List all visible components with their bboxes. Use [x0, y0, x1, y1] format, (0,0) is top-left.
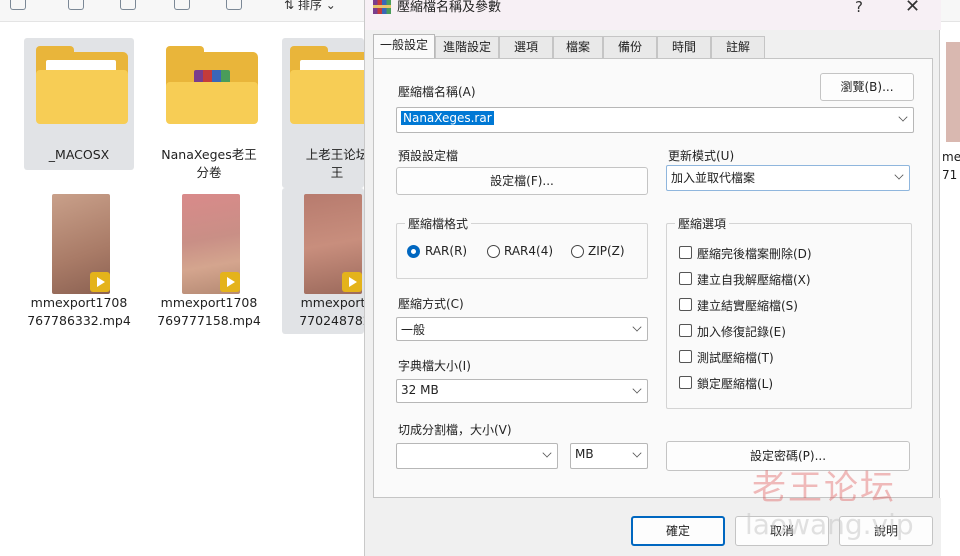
format-zip-label[interactable]: ZIP(Z) [588, 244, 625, 258]
tab-general[interactable]: 一般設定 [373, 34, 435, 58]
recovery-record-label[interactable]: 加入修復記錄(E) [697, 323, 786, 340]
item-label: NanaXeges老王 分卷 [161, 147, 257, 180]
lock-archive-checkbox[interactable] [679, 376, 692, 389]
play-badge-icon [90, 272, 110, 292]
sfx-label[interactable]: 建立自我解壓縮檔(X) [697, 271, 811, 288]
video-thumbnail [182, 194, 240, 294]
folder-item[interactable]: NanaXeges老王 分卷 [154, 38, 264, 188]
item-label: me [942, 150, 960, 164]
solid-checkbox[interactable] [679, 298, 692, 311]
method-value: 一般 [401, 323, 426, 337]
browse-button[interactable]: 瀏覽(B)... [820, 73, 914, 101]
item-label: _MACOSX [48, 147, 110, 162]
test-archive-checkbox[interactable] [679, 350, 692, 363]
archive-folder-icon [166, 46, 258, 124]
watermark-text: 老王论坛 [752, 468, 896, 508]
video-thumbnail [52, 194, 110, 294]
dictionary-size-label: 字典檔大小(I) [398, 359, 471, 373]
paste-icon[interactable] [120, 0, 136, 10]
split-unit-select[interactable]: MB [570, 443, 648, 469]
video-item[interactable]: mmexport1708 769777158.mp4 [154, 188, 264, 338]
help-title-button[interactable]: ? [855, 0, 863, 16]
archive-name-combo[interactable]: NanaXeges.rar [396, 107, 914, 133]
tab-comment[interactable]: 註解 [711, 36, 765, 58]
dialog-title: 壓縮檔名稱及參數 [397, 0, 502, 15]
item-label: mmexport1708 769777158.mp4 [157, 295, 261, 328]
archive-name-label: 壓縮檔名稱(A) [398, 85, 476, 99]
dictionary-size-value: 32 MB [401, 383, 439, 397]
video-item[interactable]: mmexport1708 767786332.mp4 [24, 188, 134, 338]
folder-item[interactable]: _MACOSX [24, 38, 134, 170]
split-size-input[interactable] [396, 443, 558, 469]
general-tab-panel: 壓縮檔名稱(A) 瀏覽(B)... NanaXeges.rar 預設設定檔 設定… [373, 58, 933, 498]
delete-after-checkbox[interactable] [679, 246, 692, 259]
test-archive-label[interactable]: 測試壓縮檔(T) [697, 349, 774, 366]
chevron-down-icon[interactable] [542, 448, 552, 458]
sfx-checkbox[interactable] [679, 272, 692, 285]
folder-item[interactable]: 上老王论坛 王 [282, 38, 364, 188]
archive-name-value: NanaXeges.rar [401, 111, 494, 125]
method-label: 壓縮方式(C) [398, 297, 464, 311]
item-label: 上老王论坛 王 [305, 147, 364, 180]
format-rar4-radio[interactable] [487, 245, 500, 258]
solid-label[interactable]: 建立結實壓縮檔(S) [697, 297, 798, 314]
tab-files[interactable]: 檔案 [553, 36, 603, 58]
folder-icon [36, 46, 128, 124]
method-select[interactable]: 一般 [396, 317, 648, 341]
sort-button[interactable]: ⇅ 排序 ⌄ [284, 0, 336, 13]
sort-label: 排序 [297, 0, 322, 12]
archive-format-title: 壓縮檔格式 [405, 215, 472, 232]
format-zip-radio[interactable] [571, 245, 584, 258]
update-mode-value: 加入並取代檔案 [671, 171, 756, 185]
format-rar-radio[interactable] [407, 245, 420, 258]
dictionary-size-select[interactable]: 32 MB [396, 379, 648, 403]
tab-time[interactable]: 時間 [657, 36, 711, 58]
close-button[interactable]: ✕ [905, 0, 920, 17]
split-size-label: 切成分割檔，大小(V) [398, 423, 512, 437]
item-label: 71 [942, 168, 958, 182]
winrar-icon [373, 0, 391, 14]
recovery-record-checkbox[interactable] [679, 324, 692, 337]
copy-icon[interactable] [68, 0, 84, 10]
folder-icon [290, 46, 364, 124]
rename-icon[interactable] [174, 0, 190, 10]
chevron-down-icon[interactable] [632, 448, 642, 458]
archive-options-title: 壓縮選項 [675, 215, 730, 232]
format-rar-label[interactable]: RAR(R) [425, 244, 467, 258]
delete-icon[interactable] [226, 0, 242, 10]
split-unit-value: MB [575, 447, 594, 461]
format-rar4-label[interactable]: RAR4(4) [504, 244, 553, 258]
play-badge-icon [220, 272, 240, 292]
video-thumbnail [304, 194, 362, 294]
tab-backup[interactable]: 備份 [603, 36, 657, 58]
chevron-down-icon[interactable] [894, 170, 904, 180]
dialog-titlebar: 壓縮檔名稱及參數 ? ✕ [365, 0, 941, 30]
explorer-right-column: me 71 [940, 22, 960, 556]
video-thumbnail [946, 42, 960, 142]
sort-arrow-icon: ⇅ [284, 0, 298, 12]
video-item[interactable]: mmexport1 770248782. [282, 188, 364, 334]
lock-archive-label[interactable]: 鎖定壓縮檔(L) [697, 375, 773, 392]
chevron-down-icon[interactable] [898, 112, 908, 122]
update-mode-label: 更新模式(U) [668, 149, 735, 163]
watermark-url: laowang.vip [745, 508, 914, 541]
tab-advanced[interactable]: 進階設定 [435, 36, 499, 58]
play-badge-icon [342, 272, 362, 292]
item-label: mmexport1 770248782. [299, 295, 364, 328]
ok-button[interactable]: 確定 [631, 516, 725, 546]
item-label: mmexport1708 767786332.mp4 [27, 295, 131, 328]
tab-options[interactable]: 選項 [499, 36, 553, 58]
profile-label: 預設設定檔 [398, 149, 459, 163]
update-mode-select[interactable]: 加入並取代檔案 [666, 165, 910, 191]
archive-format-group: 壓縮檔格式 RAR(R) RAR4(4) ZIP(Z) [396, 215, 648, 279]
chevron-down-icon[interactable] [632, 322, 642, 332]
chevron-down-icon[interactable] [632, 384, 642, 394]
delete-after-label[interactable]: 壓縮完後檔案刪除(D) [697, 245, 812, 262]
new-icon[interactable] [10, 0, 26, 10]
archive-options-group: 壓縮選項 壓縮完後檔案刪除(D) 建立自我解壓縮檔(X) 建立結實壓縮檔(S) … [666, 215, 912, 409]
profile-button[interactable]: 設定檔(F)... [396, 167, 648, 195]
